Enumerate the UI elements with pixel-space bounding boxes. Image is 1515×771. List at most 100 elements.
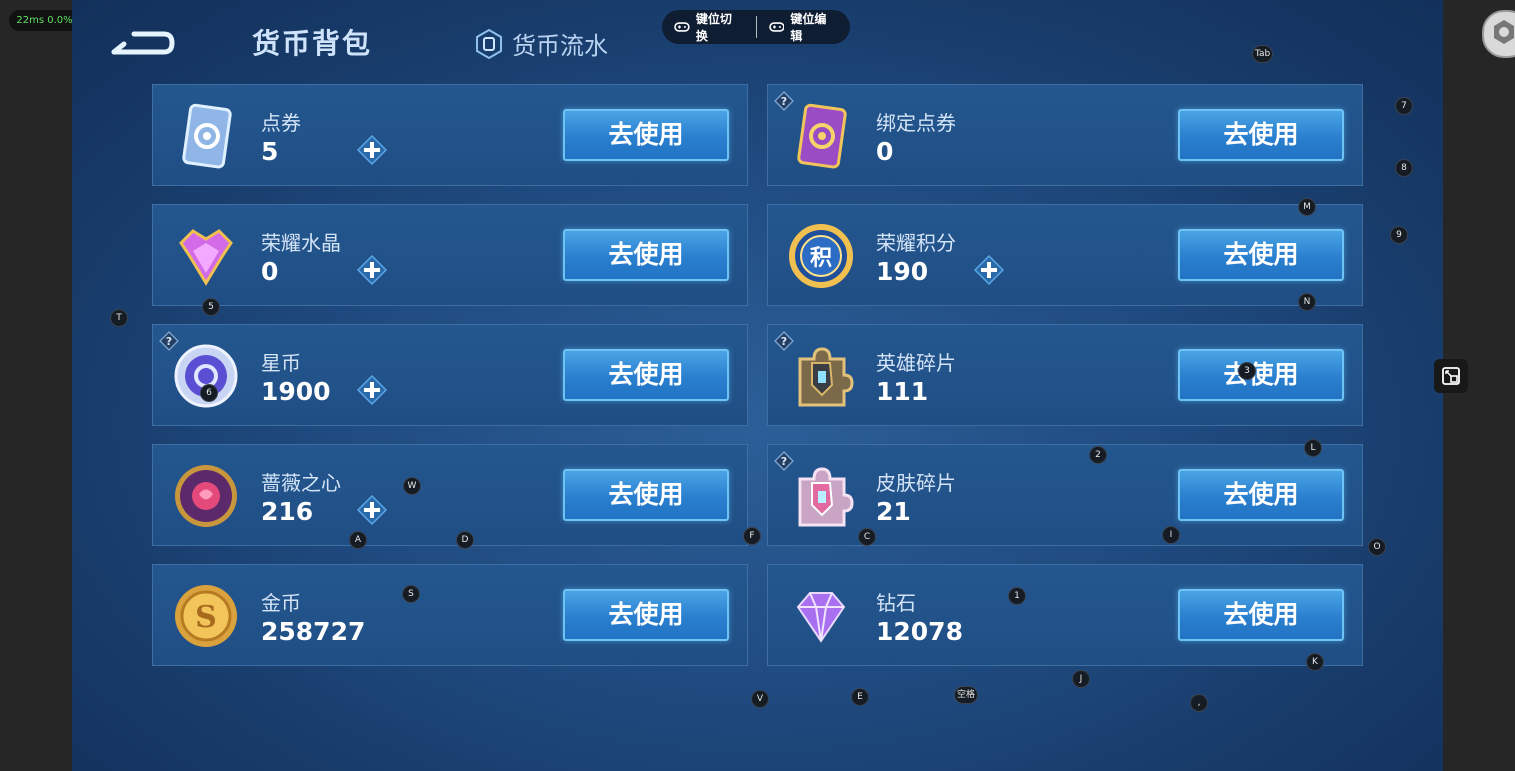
gamepad-icon: [674, 22, 690, 32]
key-hint-badge: 1: [1008, 587, 1026, 605]
currency-card: ? 皮肤碎片 21 去使用: [767, 444, 1363, 546]
currency-name: 荣耀积分: [876, 231, 956, 255]
key-hint-badge: 空格: [954, 686, 979, 704]
currency-card: 点券 5 去使用: [152, 84, 748, 186]
expand-button[interactable]: [1434, 359, 1468, 393]
toolbar-divider: [755, 16, 757, 38]
use-button[interactable]: 去使用: [563, 229, 729, 281]
key-hint-badge: D: [456, 531, 474, 549]
plus-icon: [356, 134, 388, 169]
currency-name: 钻石: [876, 591, 916, 615]
key-hint-badge: 5: [202, 298, 220, 316]
currency-card: 积 荣耀积分 190 去使用: [767, 204, 1363, 306]
plus-icon: [356, 494, 388, 529]
key-hint-badge: S: [402, 585, 420, 603]
settings-button[interactable]: [1482, 10, 1515, 58]
currency-value: 111: [876, 377, 929, 406]
key-hint-badge: 9: [1390, 226, 1408, 244]
svg-text:S: S: [195, 600, 217, 635]
currency-card: S 金币 258727 去使用: [152, 564, 748, 666]
key-hint-badge: 6: [200, 384, 218, 402]
plus-icon: [973, 254, 1005, 289]
plus-icon: [356, 254, 388, 289]
gold-coin-icon: S: [171, 581, 241, 651]
use-button[interactable]: 去使用: [1178, 349, 1344, 401]
currency-name: 皮肤碎片: [876, 471, 956, 495]
currency-name: 点券: [261, 111, 301, 135]
currency-name: 荣耀水晶: [261, 231, 341, 255]
skin-fragment-icon: [786, 461, 856, 531]
key-hint-badge: W: [403, 477, 421, 495]
expand-icon: [1442, 367, 1460, 385]
diamond-icon: [786, 581, 856, 651]
use-button[interactable]: 去使用: [563, 589, 729, 641]
use-button[interactable]: 去使用: [1178, 229, 1344, 281]
key-hint-badge: Tab: [1252, 45, 1274, 63]
key-hint-badge: A: [349, 531, 367, 549]
currency-name: 星币: [261, 351, 301, 375]
currency-name: 英雄碎片: [876, 351, 956, 375]
key-edit-button[interactable]: 键位编辑: [757, 10, 851, 44]
tab-currency-flow[interactable]: 货币流水: [476, 26, 608, 61]
key-hint-badge: ,: [1190, 694, 1208, 712]
gamepad-icon: [768, 22, 785, 32]
use-button[interactable]: 去使用: [1178, 469, 1344, 521]
currency-value: 12078: [876, 617, 963, 646]
currency-value: 21: [876, 497, 911, 526]
gear-icon: [1494, 20, 1514, 44]
use-button[interactable]: 去使用: [563, 109, 729, 161]
currency-value: 258727: [261, 617, 366, 646]
hero-fragment-icon: [786, 341, 856, 411]
key-hint-badge: K: [1306, 653, 1324, 671]
key-hint-badge: I: [1162, 526, 1180, 544]
currency-card: 蔷薇之心 216 去使用: [152, 444, 748, 546]
currency-value: 216: [261, 497, 314, 526]
key-hint-badge: M: [1298, 198, 1316, 216]
back-arrow-icon: [111, 31, 175, 55]
key-hint-badge: 2: [1089, 446, 1107, 464]
currency-value: 190: [876, 257, 929, 286]
key-edit-label: 键位编辑: [790, 12, 827, 43]
key-hint-badge: J: [1072, 670, 1090, 688]
latency-indicator: 22ms 0.0%: [9, 10, 80, 31]
key-mapping-toolbar: 键位切换 键位编辑: [662, 10, 850, 44]
currency-card: ? 绑定点券 0 去使用: [767, 84, 1363, 186]
add-currency-button[interactable]: [973, 254, 1005, 286]
key-hint-badge: O: [1368, 538, 1386, 556]
key-switch-label: 键位切换: [695, 12, 732, 43]
key-switch-button[interactable]: 键位切换: [662, 10, 756, 44]
glory-crystal-icon: [171, 221, 241, 291]
bound-coupon-card-icon: [786, 101, 856, 171]
currency-value: 0: [261, 257, 279, 286]
rose-heart-icon: [171, 461, 241, 531]
add-currency-button[interactable]: [356, 134, 388, 166]
key-hint-badge: 7: [1395, 97, 1413, 115]
key-hint-badge: T: [110, 309, 128, 327]
flow-card-icon: [476, 28, 502, 59]
glory-points-icon: 积: [786, 221, 856, 291]
add-currency-button[interactable]: [356, 494, 388, 526]
key-hint-badge: V: [751, 690, 769, 708]
use-button[interactable]: 去使用: [1178, 109, 1344, 161]
back-button[interactable]: [106, 22, 176, 62]
currency-name: 绑定点券: [876, 111, 956, 135]
use-button[interactable]: 去使用: [1178, 589, 1344, 641]
game-screen: 货币背包 货币流水 点券 5 去使用? 绑定点券 0 去使用 荣耀水晶 0 去使用积荣耀积分 19…: [72, 0, 1443, 771]
coupon-card-icon: [171, 101, 241, 171]
key-hint-badge: L: [1304, 439, 1322, 457]
add-currency-button[interactable]: [356, 254, 388, 286]
currency-card: ? 星币 1900 去使用: [152, 324, 748, 426]
currency-card: ? 英雄碎片 111 去使用: [767, 324, 1363, 426]
key-hint-badge: F: [743, 527, 761, 545]
currency-value: 1900: [261, 377, 331, 406]
key-hint-badge: E: [851, 688, 869, 706]
key-hint-badge: C: [858, 528, 876, 546]
add-currency-button[interactable]: [356, 374, 388, 406]
currency-name: 蔷薇之心: [261, 471, 341, 495]
plus-icon: [356, 374, 388, 409]
use-button[interactable]: 去使用: [563, 349, 729, 401]
key-hint-badge: 8: [1395, 159, 1413, 177]
page-title[interactable]: 货币背包: [252, 22, 372, 62]
tab-currency-flow-label: 货币流水: [512, 32, 608, 60]
use-button[interactable]: 去使用: [563, 469, 729, 521]
